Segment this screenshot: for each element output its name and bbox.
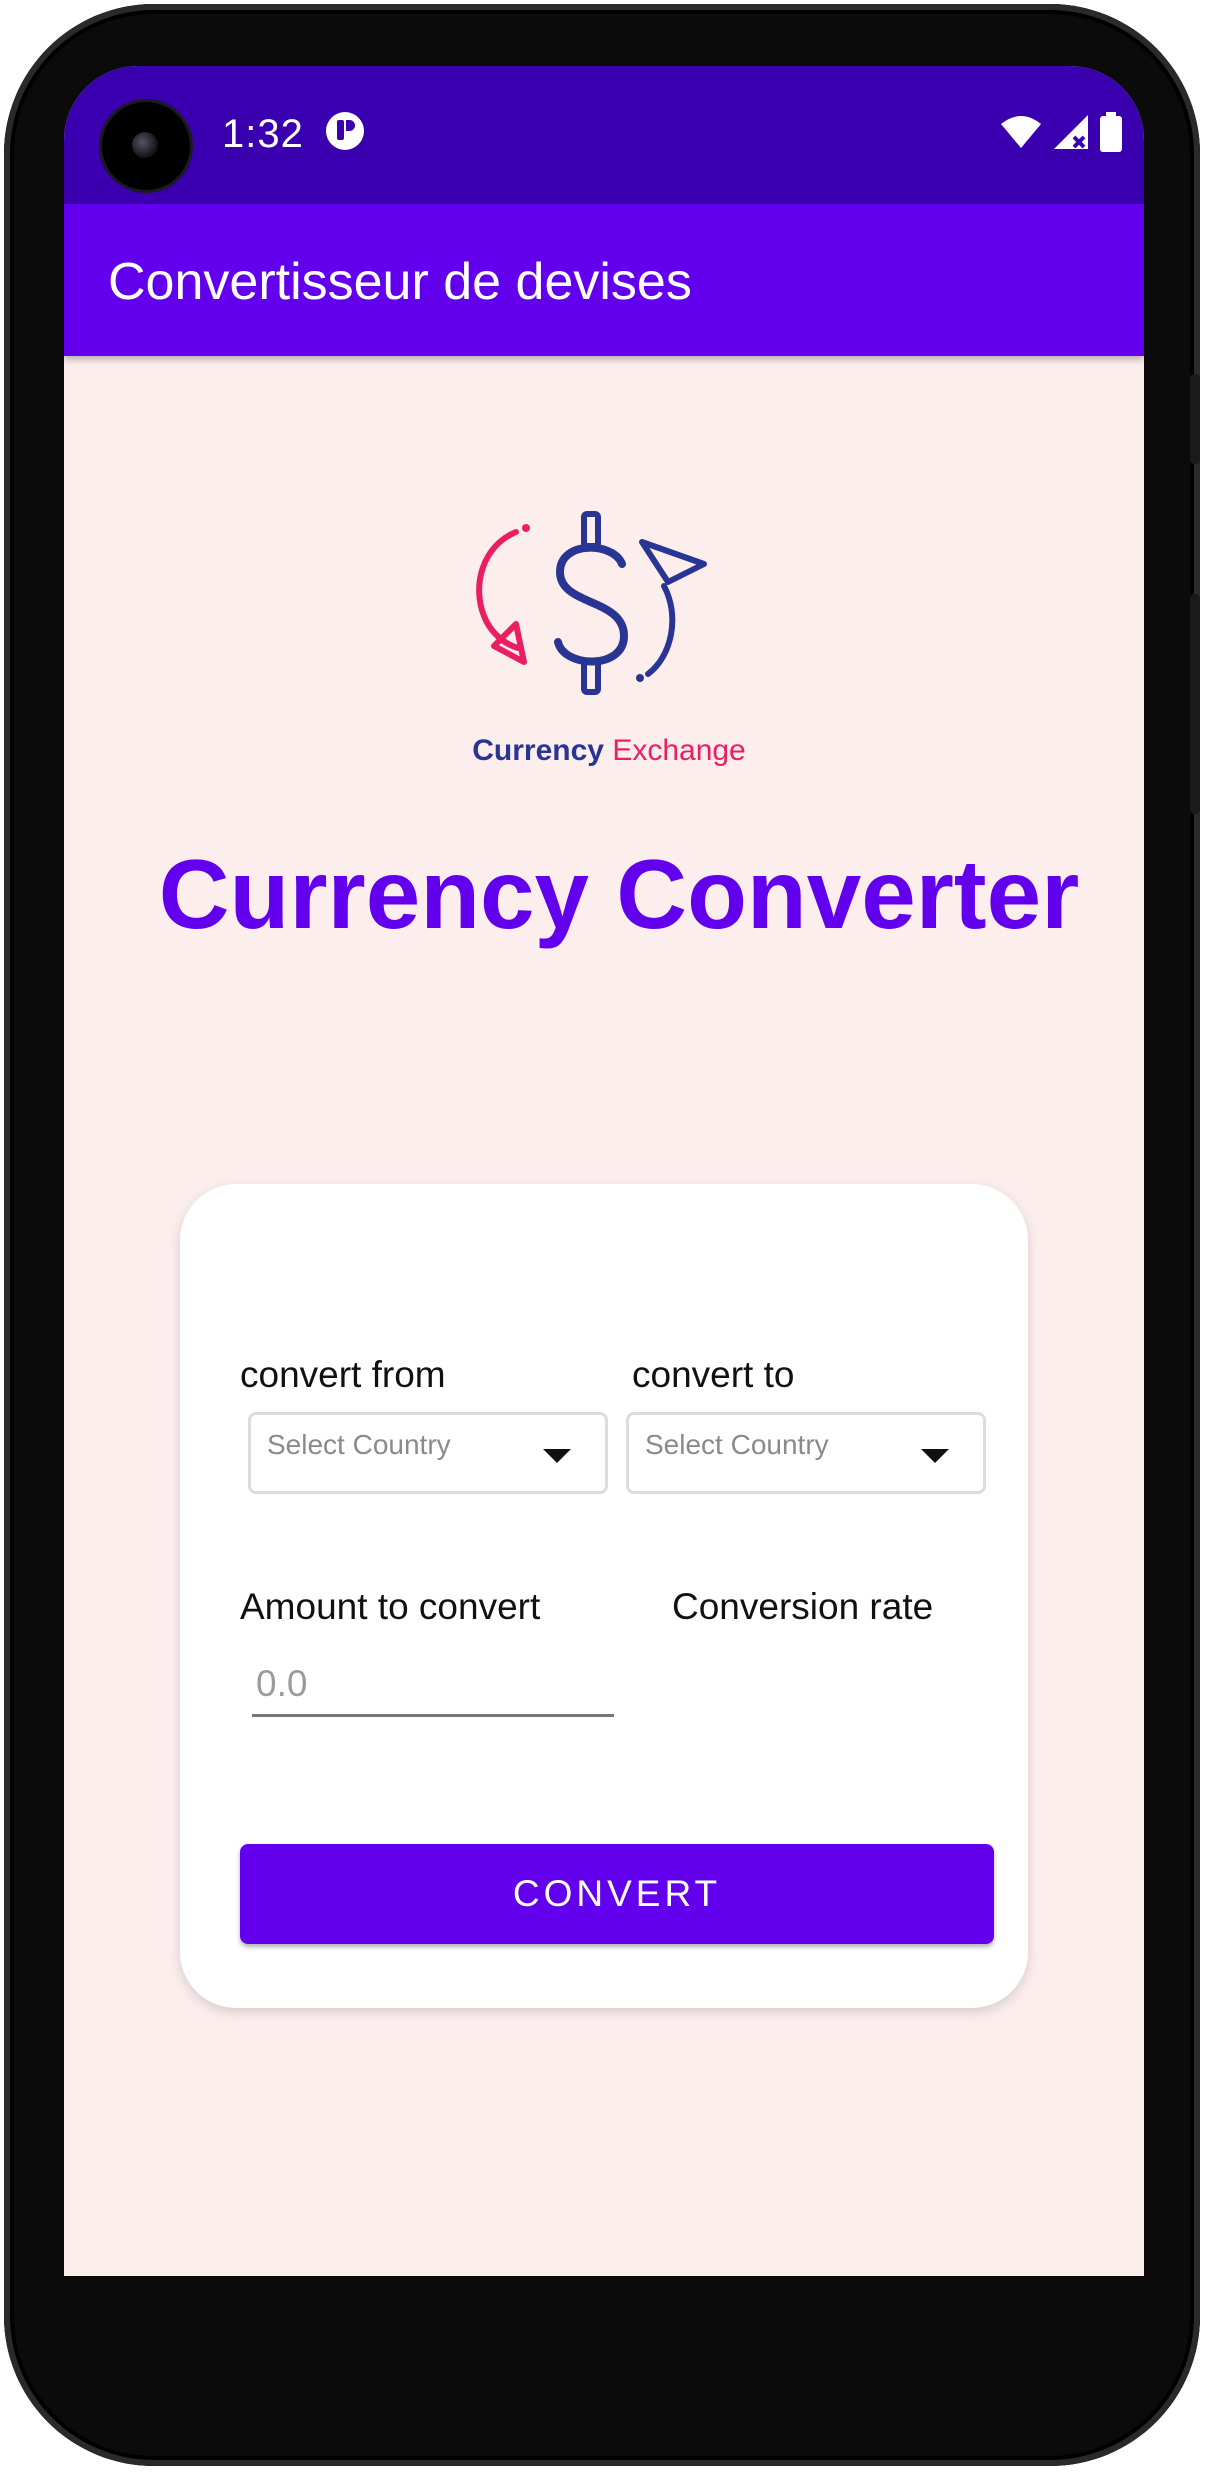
convert-to-label: convert to (632, 1354, 795, 1395)
wifi-icon (1001, 116, 1041, 148)
page-title: Currency Converter (158, 839, 1080, 949)
logo-text-currency: Currency (472, 734, 604, 767)
front-camera (102, 102, 190, 190)
status-bar: 1:32 (64, 66, 1144, 204)
chevron-down-icon (543, 1449, 571, 1463)
converter-card: convert from convert to Select Country S… (180, 1184, 1028, 2008)
screen: 1:32 Convertisseur de devises Currency E… (64, 66, 1144, 2276)
app-bar: Convertisseur de devises (64, 204, 1144, 356)
convert-to-select[interactable]: Select Country (626, 1412, 986, 1494)
logo-text-exchange: Exchange (612, 734, 746, 767)
battery-icon (1100, 112, 1122, 152)
convert-from-select[interactable]: Select Country (248, 1412, 608, 1494)
convert-from-label: convert from (240, 1354, 446, 1395)
status-icons (1000, 112, 1122, 152)
status-time: 1:32 (222, 112, 304, 156)
notification-app-icon (326, 112, 364, 150)
convert-button[interactable]: CONVERT (240, 1844, 994, 1944)
app-bar-title: Convertisseur de devises (108, 253, 692, 311)
volume-button (1190, 594, 1200, 814)
power-button (1190, 374, 1200, 464)
cellular-signal-icon (1054, 115, 1088, 149)
phone-frame: 1:32 Convertisseur de devises Currency E… (4, 4, 1200, 2466)
amount-label: Amount to convert (240, 1586, 541, 1627)
chevron-down-icon (921, 1449, 949, 1463)
logo-text: Currency Exchange (464, 734, 754, 768)
convert-from-select-value: Select Country (267, 1429, 451, 1460)
amount-input[interactable] (252, 1654, 614, 1717)
currency-exchange-logo (476, 511, 707, 695)
convert-to-select-value: Select Country (645, 1429, 829, 1460)
conversion-rate-label: Conversion rate (672, 1586, 934, 1627)
